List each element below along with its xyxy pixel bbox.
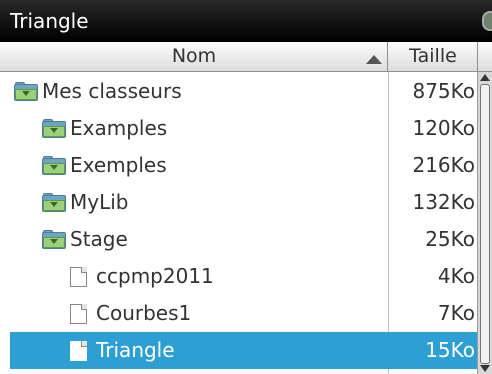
file-row-mylib[interactable]: MyLib 132Ko [0,184,477,221]
scroll-thumb[interactable] [480,84,490,364]
column-header-name-label: Nom [171,45,217,67]
column-header-size[interactable]: Taille [389,45,477,67]
document-icon [70,341,87,361]
document-icon [70,267,87,287]
file-row-exemples[interactable]: Exemples 216Ko [0,147,477,184]
scroll-up-arrow-icon[interactable] [480,74,490,81]
file-size: 7Ko [437,301,475,325]
file-size: 120Ko [412,116,475,140]
document-icon [70,304,87,324]
file-row-stage[interactable]: Stage 25Ko [0,221,477,258]
column-header-name[interactable]: Nom [0,42,388,71]
file-row-examples[interactable]: Examples 120Ko [0,110,477,147]
file-name: Mes classeurs [42,79,182,103]
battery-icon [482,11,492,31]
file-size: 4Ko [437,264,475,288]
window-title: Triangle [10,9,89,33]
file-row-triangle-selected[interactable]: Triangle 15Ko [10,332,477,369]
file-row-ccpmp2011[interactable]: ccpmp2011 4Ko [0,258,477,295]
file-name: Stage [70,227,128,251]
file-size: 875Ko [412,79,475,103]
column-header-row: Nom Taille [0,42,492,72]
folder-open-icon [14,82,38,102]
file-size: 216Ko [412,153,475,177]
folder-icon [42,156,66,176]
file-size: 132Ko [412,190,475,214]
folder-open-icon [42,230,66,250]
header-edge [477,42,492,71]
file-name: MyLib [70,190,129,214]
file-name: Exemples [70,153,167,177]
file-name: ccpmp2011 [96,264,214,288]
file-size: 15Ko [425,338,475,362]
folder-icon [42,193,66,213]
scroll-down-arrow-icon[interactable] [480,365,490,372]
title-bar: Triangle [0,0,492,42]
sort-ascending-icon[interactable] [366,55,382,64]
folder-icon [42,119,66,139]
file-row-mes-classeurs[interactable]: Mes classeurs 875Ko [0,73,477,110]
file-name: Triangle [96,338,175,362]
file-name: Courbes1 [96,301,192,325]
file-row-courbes1[interactable]: Courbes1 7Ko [0,295,477,332]
file-list: Mes classeurs 875Ko Examples 120Ko Exemp… [0,72,477,374]
vertical-scrollbar[interactable] [477,72,492,374]
file-name: Examples [70,116,168,140]
file-size: 25Ko [425,227,475,251]
